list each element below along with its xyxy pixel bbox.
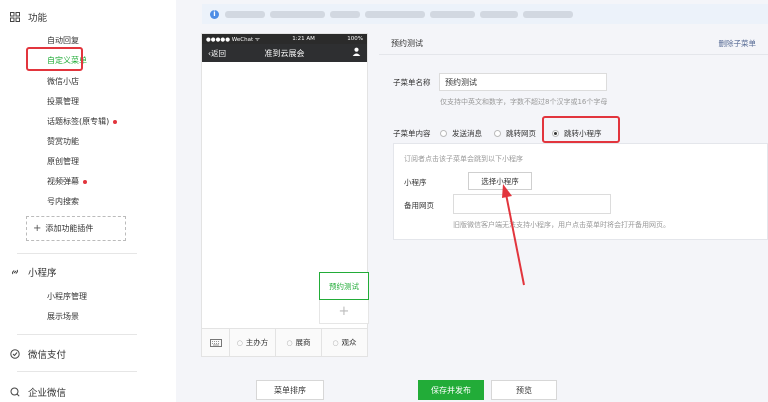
section-title: 小程序	[28, 268, 57, 279]
add-submenu-button[interactable]: +	[319, 300, 369, 324]
backup-page-label: 备用网页	[404, 201, 434, 210]
radio-circle	[440, 130, 447, 137]
radio-circle	[494, 130, 501, 137]
save-publish-button[interactable]: 保存并发布	[418, 380, 484, 400]
blurred-notice-text	[225, 10, 573, 18]
radio-label: 发送消息	[452, 129, 482, 138]
section-mini-program[interactable]: 小程序	[12, 265, 57, 279]
editor-title: 预约测试	[391, 39, 423, 48]
sidebar-item-scenes[interactable]: 展示场景	[47, 311, 79, 322]
sidebar-item-wechat-store[interactable]: 微信小店	[47, 76, 79, 87]
keyboard-icon[interactable]	[202, 329, 230, 356]
add-plugin-button[interactable]: + 添加功能插件	[26, 216, 126, 241]
sidebar-item-vote[interactable]: 投票管理	[47, 96, 79, 107]
user-icon[interactable]	[352, 47, 361, 59]
phone-menu-bar: ○ 主办方 ○ 展商 ○ 观众	[202, 328, 367, 356]
submenu-editor: 预约测试 删除子菜单 子菜单名称 仅支持中英文和数字，字数不超过8个汉字或16个…	[379, 33, 768, 359]
phone-menu-item-exhibitor[interactable]: ○ 展商	[276, 329, 322, 356]
sidebar-item-label: 原创管理	[47, 157, 79, 166]
pay-icon	[10, 349, 20, 359]
submenu-item-preview[interactable]: 预约测试	[319, 272, 369, 300]
choose-mini-program-button[interactable]: 选择小程序	[468, 172, 532, 190]
info-icon: i	[210, 9, 219, 19]
sidebar-item-label: 投票管理	[47, 97, 79, 106]
backup-page-input[interactable]	[453, 194, 611, 214]
section-wechat-pay[interactable]: 微信支付	[10, 347, 67, 361]
new-dot	[113, 119, 118, 124]
sidebar-item-topic-tag[interactable]: 话题标签(原专辑)	[47, 116, 118, 127]
sidebar-item-video-danmaku[interactable]: 视频弹幕	[47, 176, 87, 187]
sidebar-item-label: 小程序管理	[47, 292, 87, 301]
link-icon	[10, 267, 20, 277]
phone-menu-label: 观众	[341, 338, 357, 347]
add-plugin-label: 添加功能插件	[45, 224, 94, 233]
phone-menu-label: 展商	[295, 338, 311, 347]
bullet-icon: ○	[286, 338, 293, 347]
section-enterprise-wechat[interactable]: 企业微信	[10, 385, 67, 399]
highlight-box-sidebar	[26, 47, 83, 71]
phone-preview: ●●●●● WeChat ᯤ 1:21 AM 100% ‹返回 准到云展会 预约…	[201, 33, 369, 357]
box-description: 订阅者点击该子菜单会跳到以下小程序	[404, 155, 523, 163]
section-title: 功能	[28, 13, 48, 24]
phone-menu-item-audience[interactable]: ○ 观众	[322, 329, 367, 356]
section-function[interactable]: 功能	[10, 10, 48, 24]
section-title: 微信支付	[28, 350, 67, 361]
sidebar-item-label: 话题标签(原专辑)	[47, 117, 110, 126]
plus-icon: +	[338, 304, 350, 319]
editor-header: 预约测试 删除子菜单	[379, 33, 768, 55]
sidebar-item-label: 微信小店	[47, 77, 79, 86]
status-time: 1:21 AM	[292, 36, 315, 42]
name-hint: 仅支持中英文和数字，字数不超过8个汉字或16个字母	[440, 98, 608, 106]
grid-icon	[10, 12, 20, 22]
sidebar-item-label: 展示场景	[47, 312, 79, 321]
enterprise-icon	[10, 387, 20, 397]
divider	[17, 371, 137, 372]
carrier-label: ●●●●● WeChat ᯤ	[206, 37, 260, 43]
sidebar-item-mini-manage[interactable]: 小程序管理	[47, 291, 87, 302]
plus-icon: +	[33, 223, 42, 234]
bullet-icon: ○	[236, 338, 243, 347]
bullet-icon: ○	[332, 338, 339, 347]
preview-button[interactable]: 预览	[491, 380, 557, 400]
sidebar-item-label: 号内搜索	[47, 197, 79, 206]
phone-header: ‹返回 准到云展会	[202, 44, 367, 62]
battery-label: 100%	[347, 36, 363, 42]
menu-sort-button[interactable]: 菜单排序	[256, 380, 324, 400]
content-label: 子菜单内容	[393, 129, 431, 138]
name-label: 子菜单名称	[393, 78, 431, 87]
sidebar-item-search[interactable]: 号内搜索	[47, 196, 79, 207]
sidebar: 功能 自动回复 自定义菜单 微信小店 投票管理 话题标签(原专辑) 赞赏功能 原…	[0, 0, 176, 402]
sidebar-item-auto-reply[interactable]: 自动回复	[47, 35, 79, 46]
back-button[interactable]: ‹返回	[208, 48, 226, 59]
divider	[17, 253, 137, 254]
radio-jump-web[interactable]: 跳转网页	[494, 128, 536, 139]
highlight-box-option	[542, 116, 620, 143]
submenu-name-input[interactable]	[439, 73, 607, 91]
new-dot	[83, 179, 87, 184]
radio-send-message[interactable]: 发送消息	[440, 128, 482, 139]
delete-submenu-link[interactable]: 删除子菜单	[719, 38, 757, 49]
notice-bar: i	[202, 4, 768, 24]
main-area: i ●●●●● WeChat ᯤ 1:21 AM 100% ‹返回 准到云展会 …	[176, 0, 768, 402]
backup-hint: 旧版微信客户端无法支持小程序，用户点击菜单时将会打开备用网页。	[453, 221, 670, 229]
phone-menu-item-organizer[interactable]: ○ 主办方	[230, 329, 276, 356]
sidebar-item-label: 视频弹幕	[47, 177, 79, 186]
phone-menu-label: 主办方	[245, 338, 269, 347]
sidebar-item-original[interactable]: 原创管理	[47, 156, 79, 167]
mini-program-label: 小程序	[404, 178, 427, 187]
phone-status-bar: ●●●●● WeChat ᯤ 1:21 AM 100%	[202, 34, 367, 44]
divider	[17, 334, 137, 335]
sidebar-item-reward[interactable]: 赞赏功能	[47, 136, 79, 147]
sidebar-item-label: 自动回复	[47, 36, 79, 45]
sidebar-item-label: 赞赏功能	[47, 137, 79, 146]
back-label: 返回	[211, 48, 226, 58]
mini-program-settings-box: 订阅者点击该子菜单会跳到以下小程序 小程序 选择小程序 备用网页 旧版微信客户端…	[393, 143, 768, 240]
phone-title: 准到云展会	[264, 48, 305, 58]
radio-label: 跳转网页	[506, 129, 536, 138]
section-title: 企业微信	[28, 388, 67, 399]
